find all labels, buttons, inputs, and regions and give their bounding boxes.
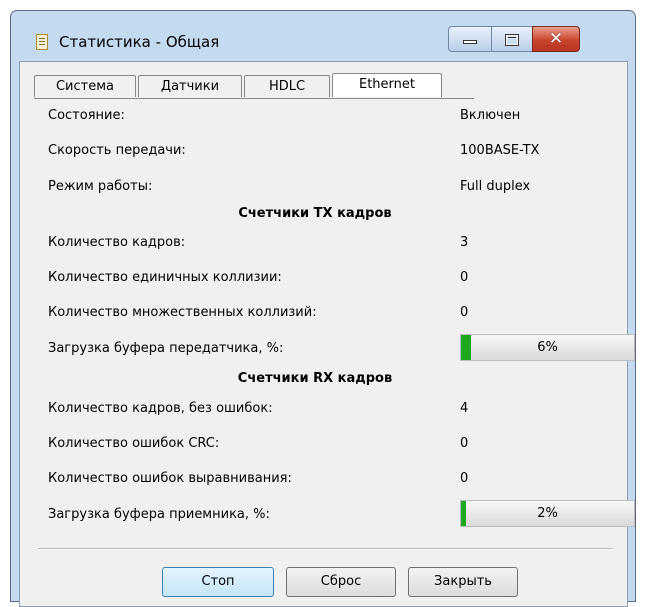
button-separator xyxy=(38,548,613,550)
tx-buffer-percent: 6% xyxy=(537,340,558,355)
state-label: Состояние: xyxy=(48,108,125,123)
tab-ethernet[interactable]: Ethernet xyxy=(332,73,442,97)
rx-frames-value: 4 xyxy=(460,401,469,416)
rx-alignment-errors-label: Количество ошибок выравнивания: xyxy=(48,471,292,486)
document-icon xyxy=(36,34,48,50)
tx-frames-label: Количество кадров: xyxy=(48,235,186,250)
rx-buffer-label: Загрузка буфера приемника, %: xyxy=(48,507,270,522)
tx-section-header: Счетчики TX кадров xyxy=(238,206,392,221)
tab-hdlc[interactable]: HDLC xyxy=(244,75,330,97)
tx-frames-value: 3 xyxy=(460,235,469,250)
tx-single-collisions-label: Количество единичных коллизии: xyxy=(48,270,282,285)
minimize-icon xyxy=(463,40,477,44)
tx-multiple-collisions-label: Количество множественных коллизий: xyxy=(48,305,317,320)
tab-baseline xyxy=(34,98,474,99)
statistics-window: Статистика - Общая ✕ Система Датчики HDL… xyxy=(10,10,636,607)
rx-buffer-percent: 2% xyxy=(537,506,558,521)
speed-label: Скорость передачи: xyxy=(48,143,186,158)
reset-button[interactable]: Сброс xyxy=(286,567,396,597)
tab-sensors[interactable]: Датчики xyxy=(138,75,242,97)
close-button[interactable]: Закрыть xyxy=(408,567,518,597)
state-value: Включен xyxy=(460,108,521,123)
tx-buffer-label: Загрузка буфера передатчика, %: xyxy=(48,341,284,356)
speed-value: 100BASE-TX xyxy=(460,143,540,158)
mode-label: Режим работы: xyxy=(48,179,153,194)
rx-frames-label: Количество кадров, без ошибок: xyxy=(48,401,273,416)
minimize-button[interactable] xyxy=(448,26,492,52)
dialog-client-area: Система Датчики HDLC Ethernet Состояние:… xyxy=(19,61,635,607)
maximize-button[interactable] xyxy=(491,26,533,52)
rx-crc-errors-label: Количество ошибок CRC: xyxy=(48,436,220,451)
rx-buffer-progress: 2% xyxy=(460,500,635,527)
rx-section-header: Счетчики RX кадров xyxy=(237,371,393,386)
rx-alignment-errors-value: 0 xyxy=(460,471,469,486)
tx-buffer-progress: 6% xyxy=(460,334,635,361)
stop-button[interactable]: Стоп xyxy=(162,567,274,597)
mode-value: Full duplex xyxy=(460,179,531,194)
tab-system[interactable]: Система xyxy=(34,75,136,97)
tx-single-collisions-value: 0 xyxy=(460,270,469,285)
close-window-button[interactable]: ✕ xyxy=(532,26,580,52)
title-bar[interactable]: Статистика - Общая ✕ xyxy=(11,11,635,57)
maximize-icon xyxy=(505,34,519,46)
close-icon: ✕ xyxy=(548,29,564,49)
tx-multiple-collisions-value: 0 xyxy=(460,305,469,320)
window-title: Статистика - Общая xyxy=(59,33,220,51)
rx-crc-errors-value: 0 xyxy=(460,436,469,451)
